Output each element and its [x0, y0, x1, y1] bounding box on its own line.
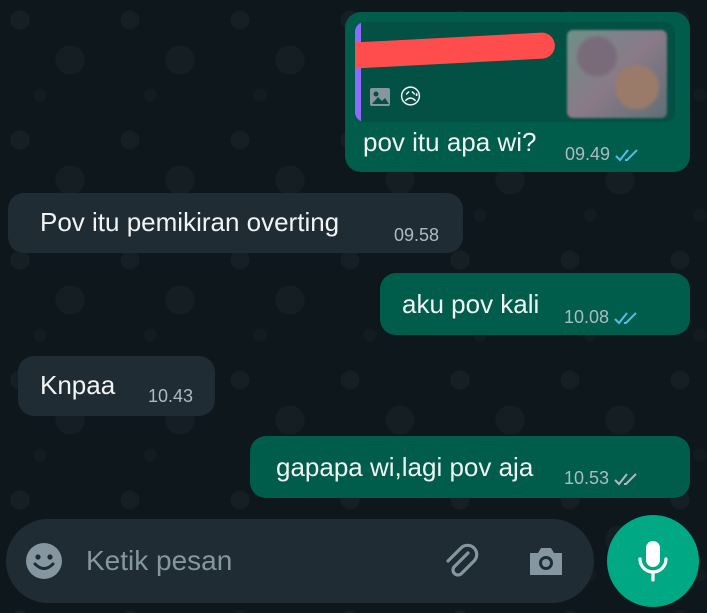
message-time: 09.58 [394, 225, 440, 245]
message-text: gapapa wi,lagi pov aja [276, 452, 534, 482]
message-input[interactable]: Ketik pesan [86, 545, 232, 577]
message-time: 10.43 [148, 386, 194, 406]
message-time: 10.53 [564, 468, 643, 489]
message-bubble-outgoing[interactable]: gapapa wi,lagi pov aja 10.53 [250, 436, 690, 498]
quoted-photo-reply[interactable]: 😥 [355, 22, 675, 122]
read-ticks-icon [614, 311, 637, 324]
quote-accent-bar [355, 22, 361, 122]
mic-icon [638, 541, 668, 582]
photo-icon [370, 88, 390, 106]
quoted-emoji: 😥 [399, 84, 422, 109]
camera-icon[interactable] [524, 539, 568, 583]
message-time: 10.08 [564, 307, 643, 328]
message-text: Pov itu pemikiran overting [40, 207, 340, 237]
message-composer: Ketik pesan [6, 519, 594, 603]
message-bubble-incoming[interactable]: Pov itu pemikiran overting 09.58 [8, 193, 463, 253]
message-text: Knpaa [40, 370, 116, 400]
message-time: 09.49 [565, 144, 644, 165]
quoted-photo-thumbnail [567, 30, 667, 118]
message-text: pov itu apa wi? [363, 127, 537, 157]
message-bubble-outgoing[interactable]: 😥 pov itu apa wi? 09.49 [345, 12, 690, 172]
redaction-mark [355, 31, 556, 71]
read-ticks-icon [615, 148, 638, 161]
emoji-icon[interactable] [24, 541, 64, 581]
mic-button[interactable] [607, 515, 699, 607]
attach-icon[interactable] [438, 539, 482, 583]
message-text: aku pov kali [402, 289, 540, 319]
delivered-ticks-icon [614, 472, 637, 485]
message-bubble-incoming[interactable]: Knpaa 10.43 [18, 356, 215, 416]
message-bubble-outgoing[interactable]: aku pov kali 10.08 [380, 273, 690, 335]
